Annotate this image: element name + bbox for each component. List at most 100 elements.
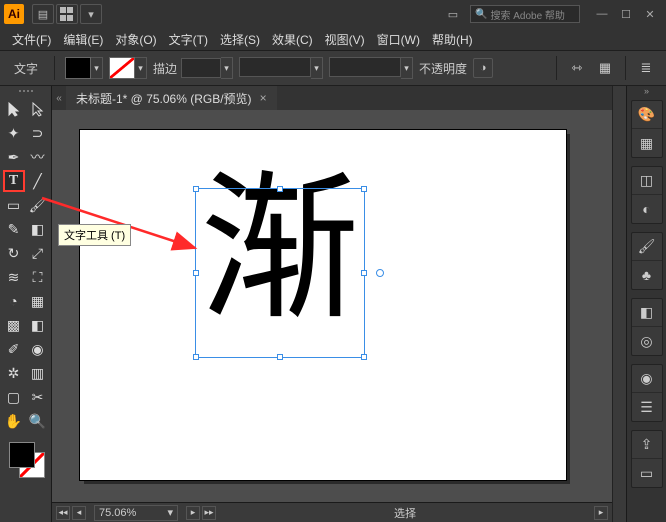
layers-panel-icon[interactable]: ☰ [632, 393, 662, 421]
menu-effect[interactable]: 效果(C) [266, 31, 319, 48]
width-tool[interactable]: ≋ [3, 266, 25, 288]
zoom-level-input[interactable]: 75.06%▾ [94, 505, 178, 521]
curvature-tool[interactable]: 〰 [27, 146, 49, 168]
eyedropper-tool[interactable]: ✐ [3, 338, 25, 360]
chevron-down-icon[interactable]: ▾ [135, 57, 147, 79]
resize-handle-l[interactable] [193, 270, 199, 276]
swatches-panel-icon[interactable]: ▦ [632, 129, 662, 157]
document-tab-title: 未标题-1* @ 75.06% (RGB/预览) [76, 90, 252, 107]
mesh-tool[interactable]: ▩ [3, 314, 25, 336]
stroke-swatch[interactable] [109, 57, 135, 79]
artboards-panel-icon[interactable]: ▭ [632, 459, 662, 487]
selection-bounding-box[interactable] [195, 188, 365, 358]
fill-swatch[interactable] [65, 57, 91, 79]
rectangle-tool[interactable]: ▭ [3, 194, 25, 216]
arrange-drop-icon[interactable]: ▾ [80, 4, 102, 24]
line-segment-tool[interactable]: ╱ [27, 170, 49, 192]
gradient-panel-icon[interactable]: ◐ [632, 195, 662, 223]
close-button[interactable]: ✕ [638, 5, 662, 23]
pen-tool[interactable]: ✒ [3, 146, 25, 168]
menu-object[interactable]: 对象(O) [109, 31, 162, 48]
hand-tool[interactable]: ✋ [3, 410, 25, 432]
fill-stroke-indicator[interactable] [7, 440, 45, 478]
menu-view[interactable]: 视图(V) [319, 31, 371, 48]
align-panel-icon[interactable]: ⇿ [565, 56, 589, 80]
chevron-down-icon[interactable]: ▾ [401, 57, 413, 79]
fill-color[interactable] [9, 442, 35, 468]
opacity-label[interactable]: 不透明度 [419, 60, 467, 77]
prev-artboard-button[interactable]: ◂ [72, 506, 86, 520]
paintbrush-tool[interactable]: 🖌 [27, 194, 49, 216]
help-search-input[interactable]: 🔍 搜索 Adobe 帮助 [470, 5, 580, 23]
status-menu-button[interactable]: ▸ [594, 506, 608, 520]
symbols-panel-icon[interactable]: ♣ [632, 261, 662, 289]
menu-select[interactable]: 选择(S) [214, 31, 266, 48]
brushes-panel-icon[interactable]: 🖌 [632, 233, 662, 261]
stroke-weight-input[interactable] [181, 58, 221, 78]
menu-edit[interactable]: 编辑(E) [57, 31, 109, 48]
artboard-tool[interactable]: ▢ [3, 386, 25, 408]
column-graph-tool[interactable]: ▥ [27, 362, 49, 384]
menu-help[interactable]: 帮助(H) [426, 31, 479, 48]
panel-expand-icon[interactable]: » [627, 86, 666, 96]
magic-wand-tool[interactable]: ✦ [3, 122, 25, 144]
stroke-panel-icon[interactable]: ◫ [632, 167, 662, 195]
appearance-panel-icon[interactable]: ◉ [632, 365, 662, 393]
first-artboard-button[interactable]: ◂◂ [56, 506, 70, 520]
minimize-button[interactable]: — [590, 5, 614, 23]
eraser-tool[interactable]: ◧ [27, 218, 49, 240]
menu-file[interactable]: 文件(F) [6, 31, 57, 48]
canvas[interactable]: 渐 [52, 110, 612, 502]
document-tab[interactable]: 未标题-1* @ 75.06% (RGB/预览) × [66, 86, 277, 110]
graphic-styles-panel-icon[interactable]: ◎ [632, 327, 662, 355]
panel-collapse-icon[interactable]: « [52, 93, 66, 104]
recolor-icon[interactable]: ◑ [473, 58, 493, 78]
text-out-port[interactable] [376, 269, 384, 277]
selection-tool[interactable] [3, 98, 25, 120]
zoom-tool[interactable]: 🔍 [27, 410, 49, 432]
chevron-down-icon[interactable]: ▾ [221, 57, 233, 79]
free-transform-tool[interactable]: ⛶ [27, 266, 49, 288]
panel-handle[interactable] [6, 90, 46, 96]
scale-tool[interactable]: ⤢ [27, 242, 49, 264]
blend-tool[interactable]: ◉ [27, 338, 49, 360]
symbol-sprayer-tool[interactable]: ✲ [3, 362, 25, 384]
shaper-tool[interactable]: ✎ [3, 218, 25, 240]
resize-handle-r[interactable] [361, 270, 367, 276]
fill-swatch-group[interactable]: ▾ [65, 57, 103, 79]
type-tool[interactable]: T [3, 170, 25, 192]
next-artboard-button[interactable]: ▸ [186, 506, 200, 520]
resize-handle-tr[interactable] [361, 186, 367, 192]
close-icon[interactable]: × [260, 91, 267, 105]
resize-handle-t[interactable] [277, 186, 283, 192]
stroke-swatch-group[interactable]: ▾ [109, 57, 147, 79]
lasso-tool[interactable]: ⊃ [27, 122, 49, 144]
color-panel-icon[interactable]: 🎨 [632, 101, 662, 129]
style-drop[interactable] [329, 57, 401, 77]
asset-export-panel-icon[interactable]: ⇪ [632, 431, 662, 459]
brush-definition-drop[interactable] [239, 57, 311, 77]
chevron-down-icon[interactable]: ▾ [311, 57, 323, 79]
rotate-tool[interactable]: ↻ [3, 242, 25, 264]
menu-type[interactable]: 文字(T) [163, 31, 214, 48]
transparency-panel-icon[interactable]: ◧ [632, 299, 662, 327]
vertical-scrollbar[interactable] [612, 86, 626, 522]
transform-panel-icon[interactable]: ▦ [593, 56, 617, 80]
bridge-icon[interactable]: ▤ [32, 4, 54, 24]
screen-mode-icon[interactable]: ▭ [442, 4, 464, 24]
chevron-down-icon[interactable]: ▾ [91, 57, 103, 79]
resize-handle-b[interactable] [277, 354, 283, 360]
gradient-tool[interactable]: ◧ [27, 314, 49, 336]
last-artboard-button[interactable]: ▸▸ [202, 506, 216, 520]
perspective-grid-tool[interactable]: ▦ [27, 290, 49, 312]
resize-handle-bl[interactable] [193, 354, 199, 360]
slice-tool[interactable]: ✂ [27, 386, 49, 408]
direct-selection-tool[interactable] [27, 98, 49, 120]
maximize-button[interactable]: ☐ [614, 5, 638, 23]
menu-window[interactable]: 窗口(W) [371, 31, 426, 48]
control-menu-icon[interactable]: ≣ [634, 56, 658, 80]
resize-handle-tl[interactable] [193, 186, 199, 192]
resize-handle-br[interactable] [361, 354, 367, 360]
shape-builder-tool[interactable]: ◔ [3, 290, 25, 312]
arrange-docs-icon[interactable] [56, 4, 78, 24]
